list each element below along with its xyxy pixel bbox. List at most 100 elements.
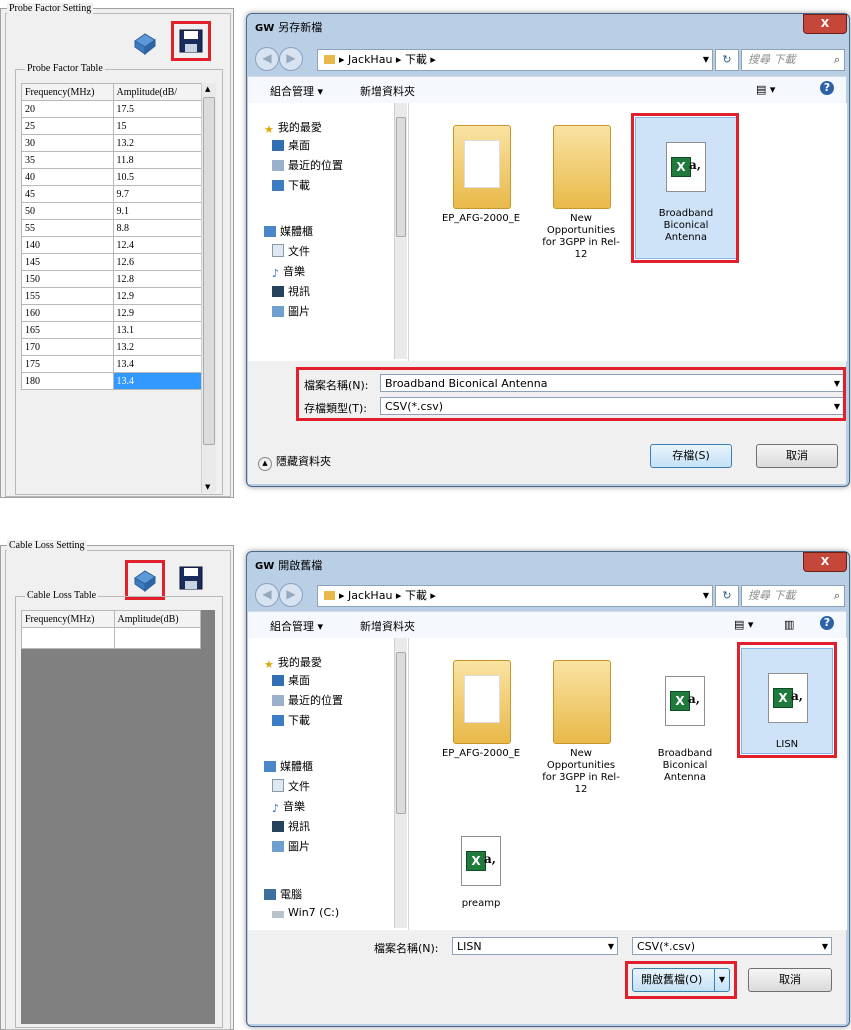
filetype-select[interactable]: CSV(*.csv) ▼: [632, 937, 832, 955]
frequency-cell[interactable]: 160: [21, 304, 114, 322]
load-file-button[interactable]: [131, 29, 159, 57]
table-row[interactable]: 45 9.7: [21, 185, 205, 203]
refresh-button[interactable]: ↻: [715, 585, 739, 607]
table-row[interactable]: 160 12.9: [21, 304, 205, 322]
close-button[interactable]: X: [803, 14, 847, 34]
filetype-dropdown-icon[interactable]: ▼: [822, 938, 828, 955]
amplitude-cell[interactable]: 9.7: [112, 185, 205, 203]
frequency-cell[interactable]: 165: [21, 321, 114, 339]
help-icon[interactable]: ?: [820, 616, 834, 630]
frequency-cell[interactable]: 140: [21, 236, 114, 254]
nav-computer[interactable]: 電腦: [264, 886, 302, 902]
amplitude-cell[interactable]: 12.6: [112, 253, 205, 271]
search-input[interactable]: 搜尋 下載 ⌕: [741, 585, 845, 607]
table-row-empty[interactable]: [21, 627, 202, 649]
nav-scrollbar[interactable]: [394, 103, 407, 359]
amplitude-cell[interactable]: 13.2: [112, 338, 205, 356]
nav-drive-c[interactable]: Win7 (C:): [272, 906, 339, 919]
nav-favorites[interactable]: ★ 我的最愛: [264, 119, 322, 136]
table-row[interactable]: 150 12.8: [21, 270, 205, 288]
amplitude-cell[interactable]: 13.4: [112, 372, 205, 390]
new-folder-button[interactable]: 新增資料夾: [360, 83, 415, 99]
file-item-folder[interactable]: New Opportunities for 3GPP in Rel-12: [531, 648, 631, 808]
nav-desktop[interactable]: 桌面: [272, 137, 310, 153]
table-row[interactable]: 55 8.8: [21, 219, 205, 237]
view-options-icon[interactable]: ▤ ▾: [734, 618, 753, 631]
nav-scrollbar[interactable]: [394, 638, 407, 928]
file-item-csv[interactable]: Xa, preamp: [431, 814, 531, 914]
address-dropdown-icon[interactable]: ▼: [703, 586, 709, 605]
scroll-down-arrow-icon[interactable]: ▼: [205, 483, 210, 491]
file-item-csv[interactable]: Xa, Broadband Biconical Antenna: [635, 652, 735, 792]
cable-loss-table[interactable]: Frequency(MHz) Amplitude(dB): [21, 610, 202, 649]
cancel-button[interactable]: 取消: [748, 968, 832, 992]
amplitude-cell[interactable]: 12.9: [112, 304, 205, 322]
address-bar[interactable]: ▸ JackHau ▸ 下載 ▸ ▼: [317, 585, 713, 607]
amplitude-cell[interactable]: 17.5: [112, 100, 205, 118]
organize-button[interactable]: 組合管理 ▾: [270, 83, 323, 99]
filename-input[interactable]: LISN ▼: [452, 937, 618, 955]
table-row[interactable]: 50 9.1: [21, 202, 205, 220]
forward-button[interactable]: ▶: [279, 47, 303, 71]
nav-desktop[interactable]: 桌面: [272, 672, 310, 688]
hide-folders-toggle[interactable]: ▲ 隱藏資料夾: [258, 453, 331, 471]
nav-pictures[interactable]: 圖片: [272, 303, 310, 319]
help-icon[interactable]: ?: [820, 81, 834, 95]
table-row[interactable]: 175 13.4: [21, 355, 205, 373]
nav-libraries[interactable]: 媒體櫃: [264, 758, 313, 774]
amplitude-cell[interactable]: 10.5: [112, 168, 205, 186]
probe-factor-table[interactable]: Frequency(MHz) Amplitude(dB/ 20 17.5 25 15 3…: [21, 83, 205, 390]
nav-pictures[interactable]: 圖片: [272, 838, 310, 854]
table-row[interactable]: 140 12.4: [21, 236, 205, 254]
view-options-icon[interactable]: ▤ ▾: [756, 83, 775, 96]
amplitude-cell[interactable]: 12.9: [112, 287, 205, 305]
table-row[interactable]: 165 13.1: [21, 321, 205, 339]
table-row[interactable]: 20 17.5: [21, 100, 205, 118]
nav-favorites[interactable]: ★ 我的最愛: [264, 654, 322, 671]
nav-videos[interactable]: 視訊: [272, 283, 310, 299]
frequency-cell[interactable]: 50: [21, 202, 114, 220]
forward-button[interactable]: ▶: [279, 583, 303, 607]
breadcrumb-downloads[interactable]: 下載: [405, 589, 427, 602]
frequency-cell[interactable]: 175: [21, 355, 114, 373]
frequency-cell[interactable]: 170: [21, 338, 114, 356]
nav-recent[interactable]: 最近的位置: [272, 692, 343, 708]
frequency-cell[interactable]: 55: [21, 219, 114, 237]
new-folder-button[interactable]: 新增資料夾: [360, 618, 415, 634]
address-bar[interactable]: ▸ JackHau ▸ 下載 ▸ ▼: [317, 49, 713, 71]
file-item-folder[interactable]: EP_AFG-2000_E: [431, 648, 531, 768]
table-row[interactable]: 35 11.8: [21, 151, 205, 169]
amplitude-cell[interactable]: 13.4: [112, 355, 205, 373]
amplitude-cell[interactable]: 15: [112, 117, 205, 135]
frequency-cell[interactable]: 20: [21, 100, 114, 118]
filename-dropdown-icon[interactable]: ▼: [608, 938, 614, 955]
table-row[interactable]: 155 12.9: [21, 287, 205, 305]
amplitude-cell[interactable]: 9.1: [112, 202, 205, 220]
frequency-cell[interactable]: 40: [21, 168, 114, 186]
frequency-cell[interactable]: 45: [21, 185, 114, 203]
nav-music[interactable]: ♪ 音樂: [272, 263, 305, 280]
table-scrollbar[interactable]: ▲ ▼: [201, 83, 216, 493]
frequency-cell[interactable]: 25: [21, 117, 114, 135]
table-row[interactable]: 30 13.2: [21, 134, 205, 152]
amplitude-cell[interactable]: 12.8: [112, 270, 205, 288]
column-header-frequency[interactable]: Frequency(MHz): [21, 83, 114, 101]
back-button[interactable]: ◀: [255, 47, 279, 71]
nav-libraries[interactable]: 媒體櫃: [264, 223, 313, 239]
amplitude-cell[interactable]: 13.2: [112, 134, 205, 152]
table-row[interactable]: 145 12.6: [21, 253, 205, 271]
nav-videos[interactable]: 視訊: [272, 818, 310, 834]
frequency-cell[interactable]: 30: [21, 134, 114, 152]
preview-pane-icon[interactable]: ▥: [784, 618, 794, 631]
search-input[interactable]: 搜尋 下載 ⌕: [741, 49, 845, 71]
refresh-button[interactable]: ↻: [715, 49, 739, 71]
amplitude-cell[interactable]: 8.8: [112, 219, 205, 237]
nav-downloads[interactable]: 下載: [272, 177, 310, 193]
save-file-button[interactable]: [177, 564, 205, 592]
organize-button[interactable]: 組合管理 ▾: [270, 618, 323, 634]
amplitude-cell[interactable]: 12.4: [112, 236, 205, 254]
frequency-cell[interactable]: 145: [21, 253, 114, 271]
nav-scroll-thumb[interactable]: [396, 117, 406, 237]
address-dropdown-icon[interactable]: ▼: [703, 50, 709, 69]
breadcrumb-downloads[interactable]: 下載: [405, 53, 427, 66]
